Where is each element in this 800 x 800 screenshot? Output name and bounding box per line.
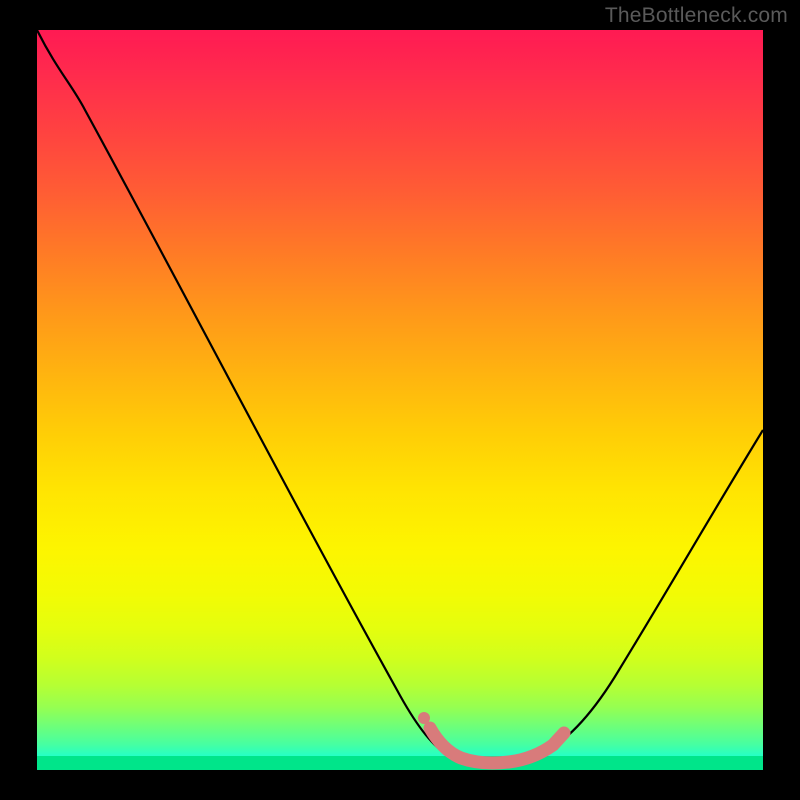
chart-plot-area	[37, 30, 763, 770]
highlight-segment	[430, 728, 564, 763]
watermark-text: TheBottleneck.com	[605, 4, 788, 28]
highlight-dot	[418, 712, 430, 724]
chart-curve-svg	[37, 30, 763, 770]
bottleneck-curve-line	[37, 30, 763, 762]
